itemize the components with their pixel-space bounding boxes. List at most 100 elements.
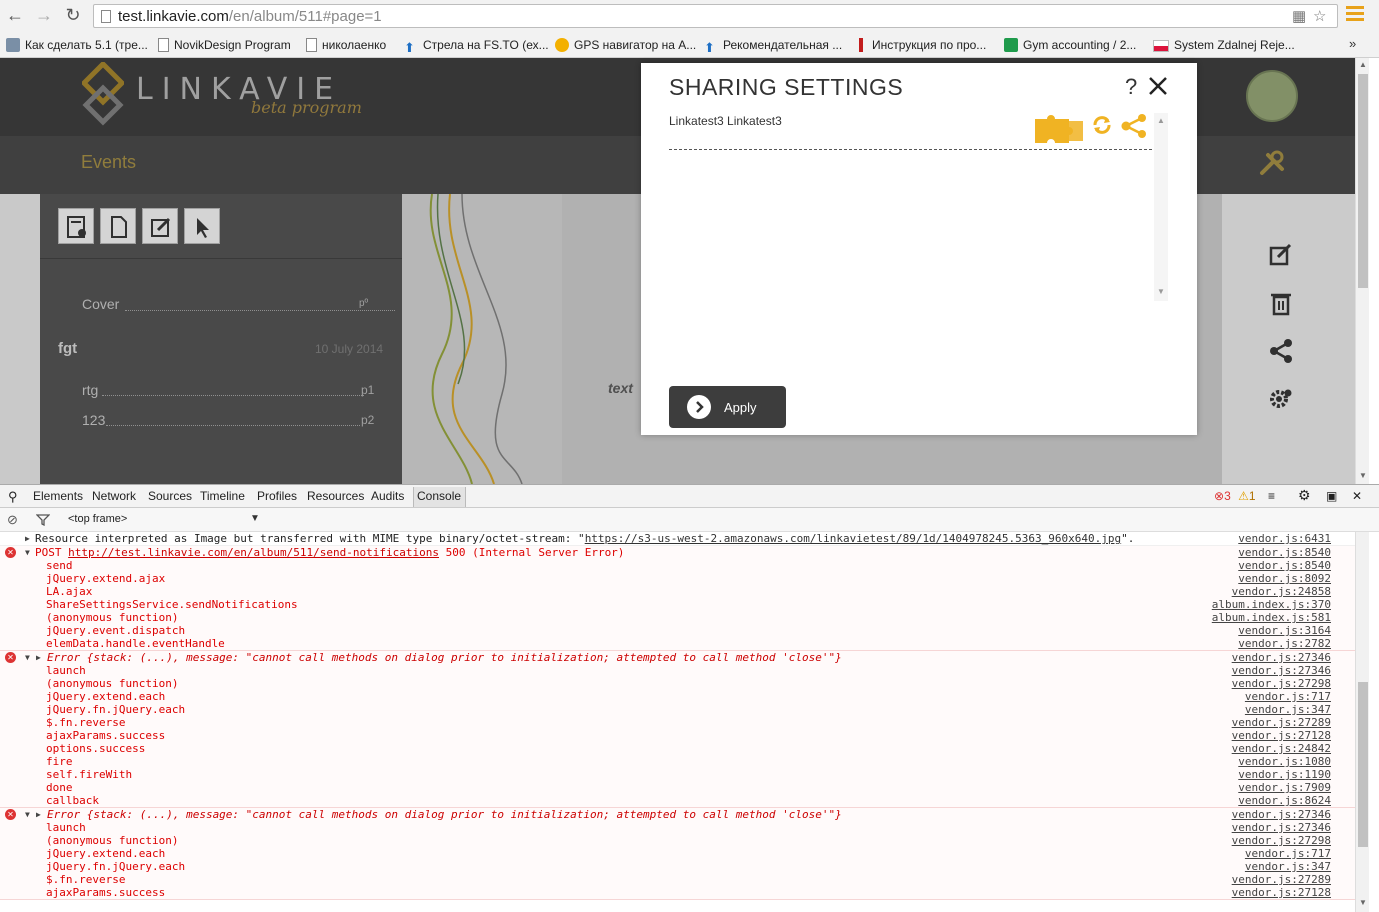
source-link[interactable]: vendor.js:347 [1245, 703, 1331, 716]
source-link[interactable]: vendor.js:2782 [1238, 637, 1331, 650]
page-scrollbar[interactable]: ▲ ▼ [1355, 58, 1369, 484]
source-link[interactable]: vendor.js:27128 [1232, 886, 1331, 899]
scroll-up-arrow-icon[interactable]: ▲ [1157, 116, 1165, 125]
sync-icon[interactable] [1091, 114, 1113, 136]
frame-select[interactable]: <top frame> [68, 513, 127, 525]
stack-frame: $.fn.reverse vendor.js:27289 [0, 873, 1355, 886]
source-link[interactable]: vendor.js:8540 [1238, 546, 1331, 559]
dock-icon[interactable]: ▣ [1326, 489, 1337, 503]
search-icon[interactable]: ⚲ [8, 489, 18, 505]
source-link[interactable]: vendor.js:27346 [1232, 664, 1331, 677]
stack-function: launch [46, 821, 86, 834]
browser-menu-icon[interactable] [1346, 6, 1364, 24]
tab-elements[interactable]: Elements [33, 489, 83, 503]
source-link[interactable]: vendor.js:3164 [1238, 624, 1331, 637]
source-link[interactable]: vendor.js:347 [1245, 860, 1331, 873]
back-arrow-icon[interactable]: ← [4, 4, 26, 26]
bookmark-item[interactable]: NovikDesign Program [158, 36, 291, 54]
source-link[interactable]: vendor.js:27128 [1232, 729, 1331, 742]
source-link[interactable]: vendor.js:27346 [1232, 808, 1331, 821]
source-link[interactable]: vendor.js:27289 [1232, 873, 1331, 886]
console-log[interactable]: ▶ Resource interpreted as Image but tran… [0, 532, 1355, 912]
close-icon[interactable]: ✕ [1352, 489, 1362, 503]
source-link[interactable]: album.index.js:581 [1212, 611, 1331, 624]
tab-timeline[interactable]: Timeline [200, 489, 245, 503]
list-scrollbar[interactable]: ▲ ▼ [1154, 113, 1168, 301]
clear-console-icon[interactable]: ⊘ [7, 512, 18, 528]
tab-profiles[interactable]: Profiles [257, 489, 297, 503]
source-link[interactable]: vendor.js:717 [1245, 847, 1331, 860]
scroll-thumb[interactable] [1358, 682, 1368, 847]
bookmark-item[interactable]: System Zdalnej Reje... [1153, 36, 1295, 54]
collapse-arrow-icon[interactable]: ▼ [25, 808, 30, 821]
bookmark-item[interactable]: GPS навигатор на А... [555, 36, 696, 54]
tab-resources[interactable]: Resources [307, 489, 364, 503]
bookmark-item[interactable]: Как сделать 5.1 (тре... [6, 36, 148, 54]
stack-frame: (anonymous function) album.index.js:581 [0, 611, 1355, 624]
error-count: 3 [1224, 489, 1231, 503]
help-icon[interactable]: ? [1125, 74, 1137, 100]
request-url-link[interactable]: http://test.linkavie.com/en/album/511/se… [68, 546, 439, 559]
bookmark-item[interactable]: ⬆ Рекомендательная ... [704, 36, 842, 55]
chevron-down-icon[interactable]: ▼ [250, 513, 260, 524]
bookmark-item[interactable]: ⬆ Стрела на FS.TO (ех... [404, 36, 549, 55]
source-link[interactable]: vendor.js:24858 [1232, 585, 1331, 598]
source-link[interactable]: vendor.js:8624 [1238, 794, 1331, 807]
reload-icon[interactable]: ↻ [62, 4, 84, 26]
source-link[interactable]: vendor.js:27289 [1232, 716, 1331, 729]
scroll-down-arrow-icon[interactable]: ▼ [1359, 471, 1367, 480]
stack-frame: callback vendor.js:8624 [0, 794, 1355, 807]
source-link[interactable]: vendor.js:1190 [1238, 768, 1331, 781]
tab-console[interactable]: Console [413, 487, 467, 507]
tab-sources[interactable]: Sources [148, 489, 192, 503]
console-status-counts[interactable]: ⊗3 ⚠1 [1214, 489, 1256, 503]
expand-arrow-icon[interactable]: ▶ [36, 651, 41, 664]
source-link[interactable]: vendor.js:27298 [1232, 834, 1331, 847]
source-link[interactable]: vendor.js:717 [1245, 690, 1331, 703]
tab-network[interactable]: Network [92, 489, 136, 503]
scroll-thumb[interactable] [1358, 74, 1368, 288]
source-link[interactable]: vendor.js:24842 [1232, 742, 1331, 755]
share-icon[interactable] [1120, 113, 1148, 139]
source-link[interactable]: vendor.js:1080 [1238, 755, 1331, 768]
source-link[interactable]: vendor.js:27346 [1232, 651, 1331, 664]
resource-url-link[interactable]: https://s3-us-west-2.amazonaws.com/linka… [585, 532, 1121, 545]
bookmark-item[interactable]: Инструкция по про... [855, 36, 986, 54]
source-link[interactable]: vendor.js:7909 [1238, 781, 1331, 794]
bookmark-item[interactable]: Gym accounting / 2... [1004, 36, 1136, 54]
error-message: Error {stack: (...), message: "cannot ca… [47, 808, 842, 821]
console-drawer-icon[interactable]: ≡ [1268, 489, 1275, 503]
scroll-down-arrow-icon[interactable]: ▼ [1359, 898, 1367, 907]
close-icon[interactable] [1147, 75, 1169, 97]
source-link[interactable]: vendor.js:6431 [1238, 532, 1331, 545]
console-scrollbar[interactable]: ▼ [1355, 532, 1369, 912]
stack-frame: (anonymous function) vendor.js:27298 [0, 834, 1355, 847]
blogger-icon [6, 38, 20, 52]
tab-audits[interactable]: Audits [371, 489, 404, 503]
bookmark-star-icon[interactable]: ☆ [1313, 7, 1326, 25]
translate-icon[interactable]: ▦ [1292, 7, 1306, 25]
puzzle-icon[interactable] [1033, 113, 1085, 145]
collapse-arrow-icon[interactable]: ▼ [25, 651, 30, 664]
collapse-arrow-icon[interactable]: ▼ [25, 546, 30, 559]
scroll-up-arrow-icon[interactable]: ▲ [1359, 60, 1367, 69]
source-link[interactable]: vendor.js:8092 [1238, 572, 1331, 585]
source-link[interactable]: album.index.js:370 [1212, 598, 1331, 611]
forward-arrow-icon[interactable]: → [33, 4, 55, 26]
url-text[interactable]: test.linkavie.com/en/album/511#page=1 [118, 8, 382, 25]
bookmarks-overflow-icon[interactable]: » [1349, 36, 1356, 51]
stack-frame: done vendor.js:7909 [0, 781, 1355, 794]
address-bar[interactable]: test.linkavie.com/en/album/511#page=1 ▦ … [93, 4, 1338, 28]
bookmark-item[interactable]: николаенко [306, 36, 386, 54]
expand-arrow-icon[interactable]: ▶ [25, 532, 30, 545]
apply-button[interactable]: Apply [669, 386, 786, 428]
source-link[interactable]: vendor.js:8540 [1238, 559, 1331, 572]
scroll-down-arrow-icon[interactable]: ▼ [1157, 287, 1165, 296]
expand-arrow-icon[interactable]: ▶ [36, 808, 41, 821]
stack-function: options.success [46, 742, 146, 755]
gear-icon[interactable]: ⚙ [1298, 487, 1311, 504]
source-link[interactable]: vendor.js:27298 [1232, 677, 1331, 690]
filter-icon[interactable] [36, 514, 50, 526]
stack-function: jQuery.extend.each [46, 690, 166, 703]
source-link[interactable]: vendor.js:27346 [1232, 821, 1331, 834]
